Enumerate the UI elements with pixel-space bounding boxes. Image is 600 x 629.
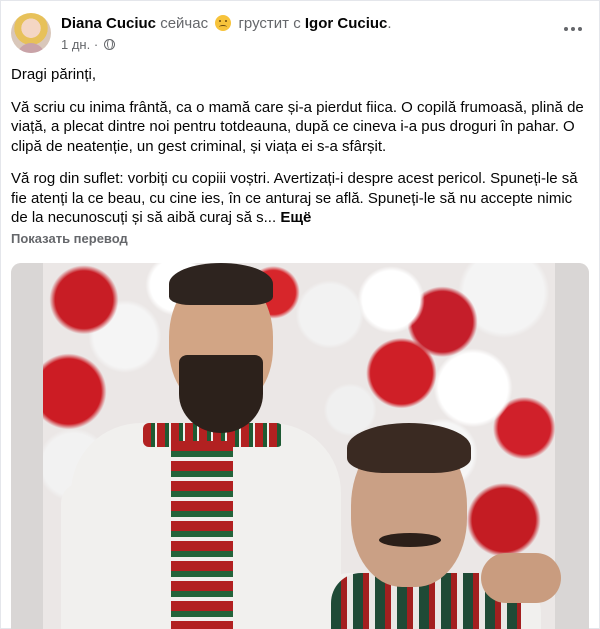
post-paragraph-1: Vă scriu cu inima frântă, ca o mamă care… — [11, 98, 584, 155]
post-timestamp-link[interactable]: 1 дн. — [61, 37, 90, 52]
post-greeting: Dragi părinți, — [11, 66, 97, 83]
status-time-word: сейчас — [160, 15, 209, 32]
post-header: Diana Cuciuc сейчас грустит с Igor Cuciu… — [11, 9, 589, 57]
young-man-beard — [179, 355, 263, 433]
feeling-label: грустит с — [238, 15, 301, 32]
post-body: Dragi părinți, Vă scriu cu inima frântă,… — [11, 65, 591, 241]
post-paragraph-2: Vă rog din suflet: vorbiți cu copiii voș… — [11, 169, 591, 228]
sad-face-icon — [215, 15, 232, 31]
translate-link[interactable]: Показать перевод — [11, 231, 128, 246]
tagged-suffix: . — [387, 15, 392, 32]
post-photo[interactable] — [11, 263, 589, 629]
older-man-hair — [347, 423, 471, 473]
avatar-shoulders — [17, 43, 45, 53]
more-dot-icon — [571, 27, 575, 31]
young-man-hair — [169, 263, 273, 305]
young-man-embroidery — [171, 441, 233, 629]
tagged-person-link[interactable]: Igor Cuciuc — [305, 15, 388, 32]
globe-icon[interactable] — [103, 39, 115, 50]
young-man-hand — [481, 553, 561, 603]
photo-edge-left — [11, 263, 45, 629]
author-line: Diana Cuciuc сейчас грустит с Igor Cuciu… — [61, 15, 392, 33]
author-name-link[interactable]: Diana Cuciuc — [61, 15, 156, 32]
author-avatar[interactable] — [11, 13, 51, 53]
more-options-button[interactable] — [559, 15, 587, 43]
more-dot-icon — [578, 27, 582, 31]
post-meta: 1 дн. · — [61, 37, 115, 53]
feed-post: Diana Cuciuc сейчас грустит с Igor Cuciu… — [0, 0, 600, 629]
see-more-link[interactable]: Ещё — [280, 209, 311, 226]
older-man-mustache — [379, 533, 441, 547]
more-dot-icon — [564, 27, 568, 31]
young-man-figure — [51, 263, 351, 629]
meta-separator: · — [93, 37, 99, 52]
